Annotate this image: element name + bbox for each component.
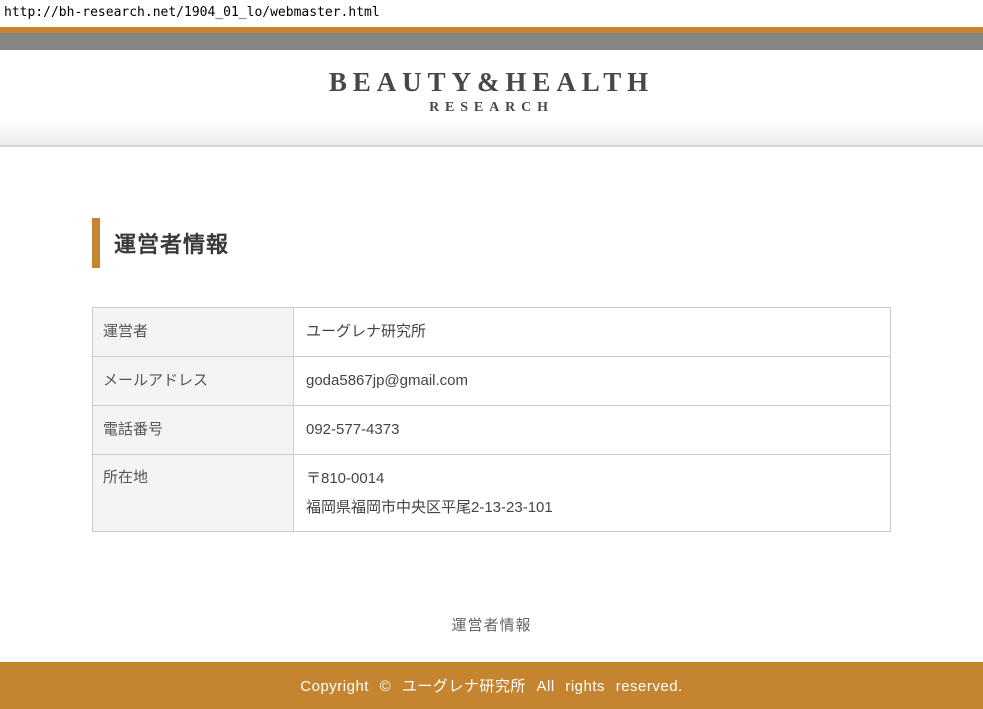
- site-header: BEAUTY&HEALTH RESEARCH: [0, 50, 983, 147]
- row-value-address: 〒810-0014 福岡県福岡市中央区平尾2-13-23-101: [294, 455, 891, 532]
- site-logo[interactable]: BEAUTY&HEALTH RESEARCH: [329, 67, 654, 116]
- row-label-operator: 運営者: [93, 308, 294, 357]
- table-row-email: メールアドレス goda5867jp@gmail.com: [93, 357, 891, 406]
- heading-accent-bar: [92, 218, 100, 268]
- row-label-email: メールアドレス: [93, 357, 294, 406]
- page-heading: 運営者情報: [92, 218, 891, 268]
- copyright-bar: Copyright © ユーグレナ研究所 All rights reserved…: [0, 662, 983, 709]
- row-value-phone: 092-577-4373: [294, 406, 891, 455]
- logo-title: BEAUTY&HEALTH: [329, 67, 654, 97]
- page-title: 運営者情報: [114, 227, 229, 259]
- main-content: 運営者情報 運営者 ユーグレナ研究所 メールアドレス goda5867jp@gm…: [92, 218, 891, 532]
- copyright-text: Copyright © ユーグレナ研究所 All rights reserved…: [300, 675, 682, 696]
- logo-subtitle: RESEARCH: [329, 100, 654, 116]
- operator-info-table: 運営者 ユーグレナ研究所 メールアドレス goda5867jp@gmail.co…: [92, 307, 891, 532]
- footer-link-operator-info[interactable]: 運営者情報: [451, 617, 531, 634]
- row-value-operator: ユーグレナ研究所: [294, 308, 891, 357]
- footer-nav: 運営者情報: [0, 616, 983, 636]
- table-row-operator: 運営者 ユーグレナ研究所: [93, 308, 891, 357]
- row-label-address: 所在地: [93, 455, 294, 532]
- row-label-phone: 電話番号: [93, 406, 294, 455]
- address-street: 福岡県福岡市中央区平尾2-13-23-101: [306, 498, 878, 517]
- address-postal-code: 〒810-0014: [306, 469, 878, 488]
- row-value-email: goda5867jp@gmail.com: [294, 357, 891, 406]
- table-row-address: 所在地 〒810-0014 福岡県福岡市中央区平尾2-13-23-101: [93, 455, 891, 532]
- table-row-phone: 電話番号 092-577-4373: [93, 406, 891, 455]
- top-gray-bar: [0, 33, 983, 50]
- url-caption: http://bh-research.net/1904_01_lo/webmas…: [0, 0, 983, 27]
